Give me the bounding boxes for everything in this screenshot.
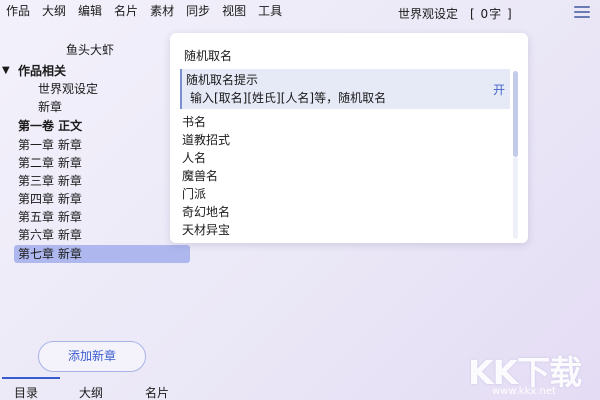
hamburger-icon[interactable] (574, 6, 590, 18)
tree-chapter-3[interactable]: 第三章 新章 (18, 172, 82, 190)
popup-item-sect[interactable]: 门派 (182, 185, 206, 203)
tree-chapter-7-selected[interactable]: 第七章 新章 (14, 245, 190, 263)
popup-item-treasure[interactable]: 天材异宝 (182, 221, 230, 239)
word-count: [ 0字 ] (470, 7, 513, 21)
tree-item-new-chapter[interactable]: 新章 (38, 98, 62, 116)
tree-chapter-1[interactable]: 第一章 新章 (18, 136, 82, 154)
hint-toggle[interactable]: 开 (493, 81, 505, 98)
group-label: 作品相关 (18, 64, 67, 78)
tab-contents[interactable]: 目录 (14, 384, 38, 400)
hint-description: 输入[取名][姓氏][人名]等，随机取名 (190, 91, 387, 105)
add-chapter-button[interactable]: 添加新章 (38, 341, 146, 372)
document-title: 世界观设定 (398, 7, 459, 21)
tab-cards[interactable]: 名片 (145, 384, 169, 400)
tree-volume-label[interactable]: 第一卷 正文 (18, 117, 82, 135)
tab-outline[interactable]: 大纲 (79, 384, 103, 400)
popup-item-book-name[interactable]: 书名 (182, 113, 206, 131)
tree-item-worldview[interactable]: 世界观设定 (38, 80, 98, 98)
tree-group-works-related[interactable]: ▼ 作品相关 (0, 62, 190, 80)
menu-item-works[interactable]: 作品 (6, 2, 30, 20)
random-name-popup: 随机取名 随机取名提示 输入[取名][姓氏][人名]等，随机取名 开 书名 道教… (170, 33, 528, 243)
chevron-down-icon[interactable]: ▼ (2, 62, 10, 80)
menu-item-outline[interactable]: 大纲 (42, 2, 66, 20)
tree-chapter-5[interactable]: 第五章 新章 (18, 208, 82, 226)
tree-chapter-6[interactable]: 第六章 新章 (18, 226, 82, 244)
menu-item-tools[interactable]: 工具 (258, 2, 282, 20)
popup-item-person-name[interactable]: 人名 (182, 149, 206, 167)
menu-item-edit[interactable]: 编辑 (78, 2, 102, 20)
hint-row[interactable]: 随机取名提示 输入[取名][姓氏][人名]等，随机取名 开 (180, 69, 510, 109)
scrollbar-track[interactable] (513, 157, 518, 239)
menu-item-cards[interactable]: 名片 (114, 2, 138, 20)
menu-item-view[interactable]: 视图 (222, 2, 246, 20)
popup-item-beast-name[interactable]: 魔兽名 (182, 167, 218, 185)
menu-item-materials[interactable]: 素材 (150, 2, 174, 20)
sidebar-tree: 鱼头大虾 ▼ 作品相关 世界观设定 新章 第一卷 正文 第一章 新章 第二章 新… (0, 38, 192, 268)
popup-item-taoist-skill[interactable]: 道教招式 (182, 131, 230, 149)
book-title: 鱼头大虾 (66, 43, 115, 57)
scrollbar-thumb[interactable] (513, 71, 518, 157)
popup-item-fantasy-place[interactable]: 奇幻地名 (182, 203, 230, 221)
menu-item-sync[interactable]: 同步 (186, 2, 210, 20)
watermark-url: www.kkx.net (492, 386, 556, 397)
active-tab-indicator (2, 377, 60, 379)
popup-title: 随机取名 (184, 49, 233, 63)
watermark-logo: KK下载 www.kkx.net (468, 346, 596, 400)
hint-title: 随机取名提示 (186, 73, 259, 87)
tree-chapter-2[interactable]: 第二章 新章 (18, 154, 82, 172)
tree-chapter-4[interactable]: 第四章 新章 (18, 190, 82, 208)
